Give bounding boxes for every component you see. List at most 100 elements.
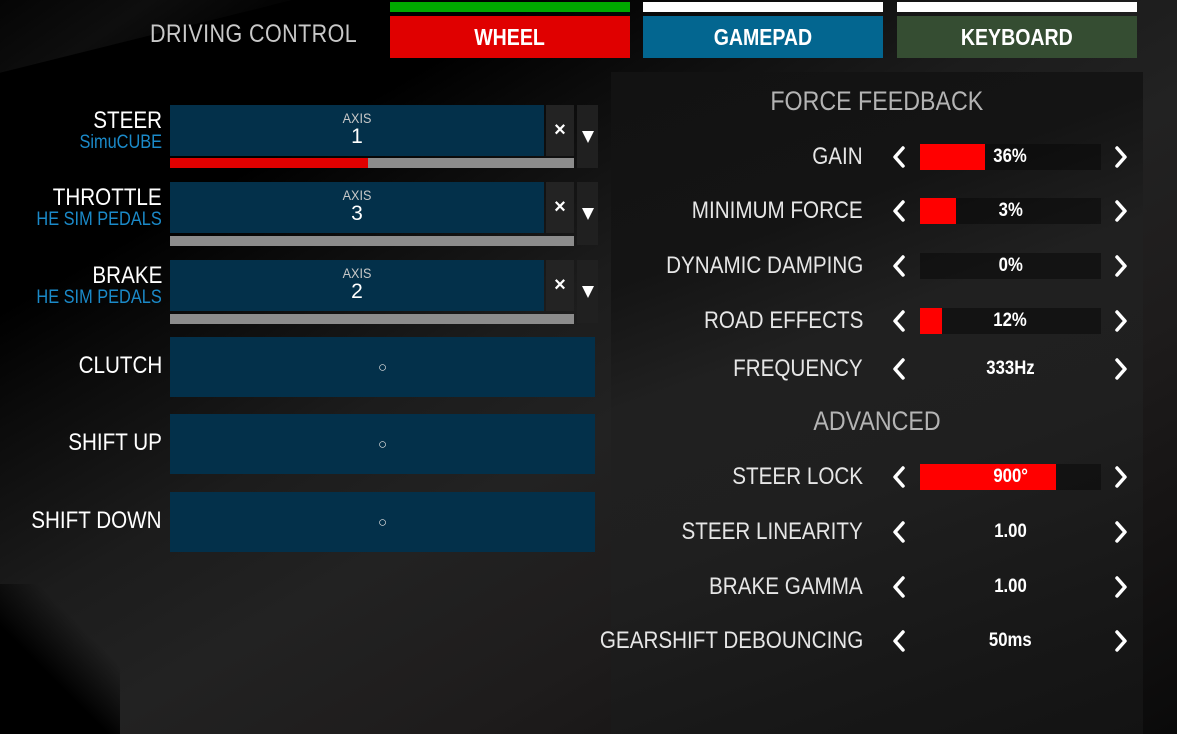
clutch-binding-box[interactable]: ○ xyxy=(170,337,595,397)
background-corner xyxy=(0,584,120,734)
decrease-gain-button[interactable] xyxy=(888,143,910,171)
decrease-dynamic-damping-button[interactable] xyxy=(888,252,910,280)
tab-keyboard[interactable]: KEYBOARD xyxy=(897,2,1137,58)
chevron-right-icon xyxy=(1115,146,1127,168)
increase-brake-gamma-button[interactable] xyxy=(1110,573,1132,601)
unbound-icon: ○ xyxy=(377,358,388,376)
axis-label: AXIS xyxy=(342,265,372,281)
axis-binding-box[interactable]: AXIS 1 xyxy=(170,105,544,156)
chevron-left-icon xyxy=(893,521,905,543)
increase-gearshift-debouncing-button[interactable] xyxy=(1110,627,1132,655)
chevron-left-icon xyxy=(893,358,905,380)
decrease-steer-linearity-button[interactable] xyxy=(888,518,910,546)
increase-minimum-force-button[interactable] xyxy=(1110,197,1132,225)
control-name: BRAKE xyxy=(92,262,162,289)
chevron-down-icon xyxy=(581,130,594,143)
chevron-right-icon xyxy=(1115,200,1127,222)
increase-road-effects-button[interactable] xyxy=(1110,307,1132,335)
increase-dynamic-damping-button[interactable] xyxy=(1110,252,1132,280)
chevron-left-icon xyxy=(893,146,905,168)
chevron-left-icon xyxy=(893,576,905,598)
control-label: STEER SimuCUBE xyxy=(66,107,162,154)
control-label-clutch: CLUTCH xyxy=(78,352,162,379)
control-label-shift-up: SHIFT UP xyxy=(68,429,162,456)
control-label: THROTTLE HE SIM PEDALS xyxy=(16,184,162,231)
close-icon: × xyxy=(554,119,566,141)
axis-level-bar xyxy=(170,158,574,168)
setting-label: GAIN xyxy=(812,143,863,170)
chevron-right-icon xyxy=(1115,630,1127,652)
setting-label: STEER LOCK xyxy=(732,463,863,490)
increase-steer-lock-button[interactable] xyxy=(1110,463,1132,491)
page-title: DRIVING CONTROL xyxy=(150,20,358,48)
decrease-brake-gamma-button[interactable] xyxy=(888,573,910,601)
force-feedback-heading: FORCE FEEDBACK xyxy=(770,86,984,116)
decrease-frequency-button[interactable] xyxy=(888,355,910,383)
chevron-left-icon xyxy=(893,466,905,488)
tab-keyboard-button[interactable]: KEYBOARD xyxy=(897,16,1137,58)
increase-steer-linearity-button[interactable] xyxy=(1110,518,1132,546)
device-name: HE SIM PEDALS xyxy=(36,209,162,230)
device-name: HE SIM PEDALS xyxy=(36,287,162,308)
setting-label: BRAKE GAMMA xyxy=(709,573,863,600)
chevron-left-icon xyxy=(893,200,905,222)
axis-label: AXIS xyxy=(342,187,372,203)
setting-label: GEARSHIFT DEBOUNCING xyxy=(599,627,863,654)
decrease-steer-lock-button[interactable] xyxy=(888,463,910,491)
setting-value: 12% xyxy=(993,310,1028,331)
clear-binding-button[interactable]: × xyxy=(546,105,574,156)
setting-value: 1.00 xyxy=(994,576,1027,597)
setting-value: 3% xyxy=(998,200,1023,221)
clear-binding-button[interactable]: × xyxy=(546,182,574,233)
axis-number: 3 xyxy=(351,202,363,225)
axis-binding-box[interactable]: AXIS 2 xyxy=(170,260,544,311)
decrease-gearshift-debouncing-button[interactable] xyxy=(888,627,910,655)
chevron-right-icon xyxy=(1115,466,1127,488)
chevron-right-icon xyxy=(1115,255,1127,277)
setting-value: 900° xyxy=(993,466,1028,487)
device-dropdown-button[interactable] xyxy=(577,105,598,168)
decrease-road-effects-button[interactable] xyxy=(888,307,910,335)
axis-number: 2 xyxy=(351,280,363,303)
tab-gamepad-button[interactable]: GAMEPAD xyxy=(643,16,883,58)
decrease-minimum-force-button[interactable] xyxy=(888,197,910,225)
device-dropdown-button[interactable] xyxy=(577,182,598,245)
device-name: SimuCUBE xyxy=(79,132,162,153)
device-dropdown-button[interactable] xyxy=(577,260,598,323)
chevron-left-icon xyxy=(893,630,905,652)
clear-binding-button[interactable]: × xyxy=(546,260,574,311)
setting-label: STEER LINEARITY xyxy=(681,518,863,545)
increase-gain-button[interactable] xyxy=(1110,143,1132,171)
axis-binding-box[interactable]: AXIS 3 xyxy=(170,182,544,233)
axis-label: AXIS xyxy=(342,110,372,126)
control-name: THROTTLE xyxy=(53,184,162,211)
setting-label: ROAD EFFECTS xyxy=(703,307,863,334)
tab-indicator xyxy=(643,2,883,12)
setting-value: 1.00 xyxy=(994,521,1027,542)
shift-down-binding-box[interactable]: ○ xyxy=(170,492,595,552)
setting-value: 0% xyxy=(998,255,1023,276)
chevron-down-icon xyxy=(581,207,594,220)
close-icon: × xyxy=(554,274,566,296)
axis-level-bar xyxy=(170,314,574,324)
setting-label: FREQUENCY xyxy=(733,355,863,382)
unbound-icon: ○ xyxy=(377,435,388,453)
chevron-right-icon xyxy=(1115,521,1127,543)
chevron-left-icon xyxy=(893,310,905,332)
chevron-down-icon xyxy=(581,285,594,298)
tab-wheel[interactable]: WHEEL xyxy=(390,2,630,58)
control-label-shift-down: SHIFT DOWN xyxy=(31,507,162,534)
unbound-icon: ○ xyxy=(377,513,388,531)
increase-frequency-button[interactable] xyxy=(1110,355,1132,383)
tab-gamepad[interactable]: GAMEPAD xyxy=(643,2,883,58)
chevron-left-icon xyxy=(893,255,905,277)
setting-value: 50ms xyxy=(989,630,1032,651)
axis-level-bar xyxy=(170,236,574,246)
setting-value: 36% xyxy=(993,146,1028,167)
tab-indicator xyxy=(897,2,1137,12)
shift-up-binding-box[interactable]: ○ xyxy=(170,414,595,474)
setting-label: DYNAMIC DAMPING xyxy=(665,252,863,279)
control-name: STEER xyxy=(93,107,162,134)
tab-indicator xyxy=(390,2,630,12)
tab-wheel-button[interactable]: WHEEL xyxy=(390,16,630,58)
